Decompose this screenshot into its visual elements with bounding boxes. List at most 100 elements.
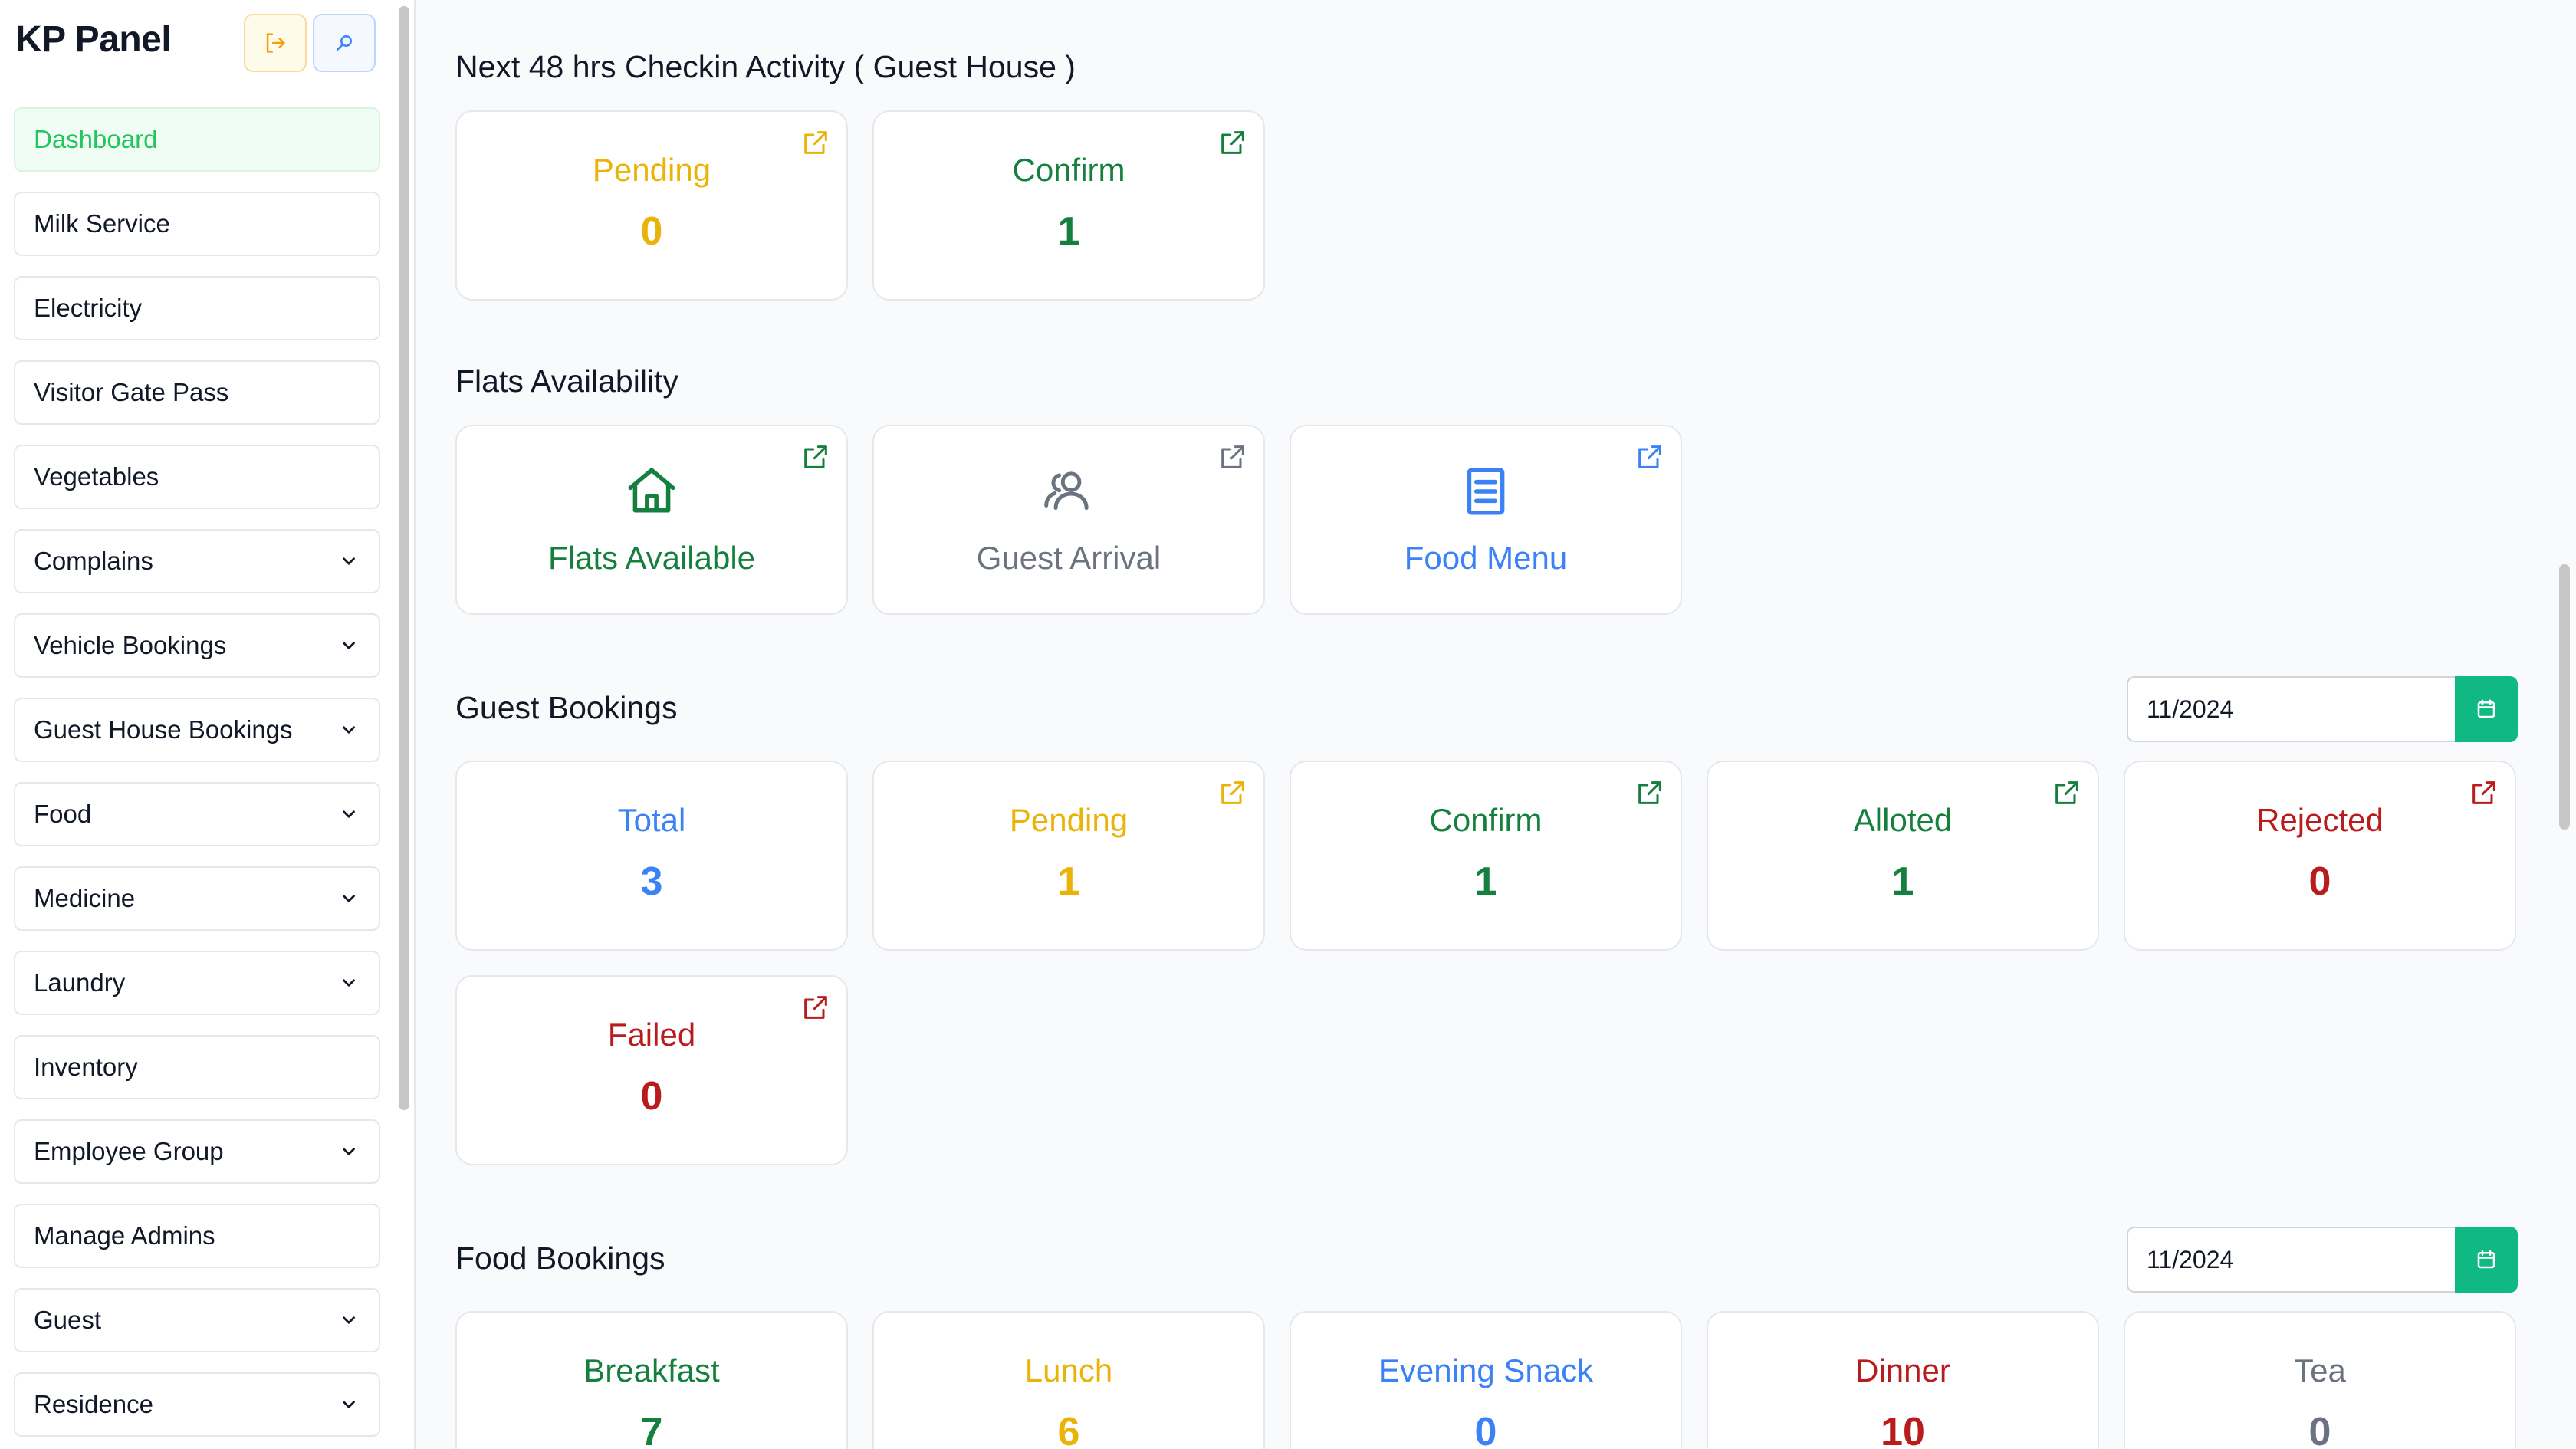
sidebar-item-label: Guest House Bookings bbox=[34, 715, 293, 744]
main-content: Next 48 hrs Checkin Activity ( Guest Hou… bbox=[417, 0, 2576, 1449]
guest-card-confirm[interactable]: Confirm 1 bbox=[1290, 761, 1682, 951]
card-title: Food Menu bbox=[1404, 540, 1568, 576]
logout-icon bbox=[266, 33, 285, 53]
sidebar-item-guest-house-bookings[interactable]: Guest House Bookings bbox=[14, 698, 380, 762]
sidebar-item-vegetables[interactable]: Vegetables bbox=[14, 445, 380, 509]
chevron-down-icon bbox=[337, 1140, 360, 1163]
food-bookings-section-title: Food Bookings bbox=[455, 1240, 665, 1276]
food-card-lunch[interactable]: Lunch 6 bbox=[872, 1311, 1265, 1449]
home-icon bbox=[457, 463, 846, 520]
card-title: Confirm bbox=[1012, 152, 1125, 188]
chevron-down-icon bbox=[337, 803, 360, 826]
guest-card-pending[interactable]: Pending 1 bbox=[872, 761, 1265, 951]
sidebar-item-dashboard[interactable]: Dashboard bbox=[14, 107, 380, 172]
flats-card-guest-arrival[interactable]: Guest Arrival bbox=[872, 425, 1265, 615]
card-value: 6 bbox=[1057, 1410, 1080, 1449]
guest-bookings-section-title: Guest Bookings bbox=[455, 690, 678, 725]
card-title: Flats Available bbox=[547, 540, 756, 576]
sidebar-scrollbar-thumb[interactable] bbox=[399, 6, 409, 1110]
chevron-down-icon bbox=[337, 1393, 360, 1416]
card-value: 1 bbox=[1891, 859, 1914, 904]
checkin-card-pending[interactable]: Pending 0 bbox=[455, 110, 848, 301]
chevron-down-icon bbox=[337, 971, 360, 994]
guest-bookings-calendar-button[interactable] bbox=[2455, 676, 2518, 742]
main-scrollbar-thumb[interactable] bbox=[2559, 564, 2570, 830]
sidebar-item-label: Laundry bbox=[34, 968, 126, 997]
card-value: 0 bbox=[640, 1074, 663, 1119]
food-bookings-calendar-button[interactable] bbox=[2455, 1227, 2518, 1293]
sidebar-item-guest[interactable]: Guest bbox=[14, 1288, 380, 1352]
flats-section-title: Flats Availability bbox=[455, 363, 678, 399]
food-card-dinner[interactable]: Dinner 10 bbox=[1707, 1311, 2099, 1449]
guest-card-alloted[interactable]: Alloted 1 bbox=[1707, 761, 2099, 951]
sidebar-item-label: Residence bbox=[34, 1390, 153, 1418]
guest-bookings-month-input[interactable]: 11/2024 bbox=[2127, 676, 2458, 742]
flats-card-food-menu[interactable]: Food Menu bbox=[1290, 425, 1682, 615]
sidebar-item-inventory[interactable]: Inventory bbox=[14, 1035, 380, 1099]
sidebar-item-laundry[interactable]: Laundry bbox=[14, 951, 380, 1015]
sidebar-item-food[interactable]: Food bbox=[14, 782, 380, 846]
sidebar-item-residence[interactable]: Residence bbox=[14, 1372, 380, 1437]
card-value: 0 bbox=[2308, 859, 2331, 904]
sidebar-item-vehicle-bookings[interactable]: Vehicle Bookings bbox=[14, 613, 380, 678]
sidebar-item-electricity[interactable]: Electricity bbox=[14, 276, 380, 340]
card-title: Tea bbox=[2294, 1352, 2346, 1388]
calendar-icon bbox=[2477, 1250, 2496, 1269]
sidebar-item-label: Visitor Gate Pass bbox=[34, 378, 229, 406]
checkin-card-confirm[interactable]: Confirm 1 bbox=[872, 110, 1265, 301]
checkin-section-title: Next 48 hrs Checkin Activity ( Guest Hou… bbox=[455, 49, 1076, 84]
sidebar-item-milk-service[interactable]: Milk Service bbox=[14, 192, 380, 256]
card-value: 3 bbox=[640, 859, 663, 904]
food-card-evening-snack[interactable]: Evening Snack 0 bbox=[1290, 1311, 1682, 1449]
sidebar-item-visitor-gate-pass[interactable]: Visitor Gate Pass bbox=[14, 360, 380, 425]
sidebar-item-medicine[interactable]: Medicine bbox=[14, 866, 380, 931]
food-bookings-month-picker[interactable]: 11/2024 bbox=[2127, 1227, 2524, 1293]
card-title: Pending bbox=[592, 152, 711, 188]
sidebar-item-label: Employee Group bbox=[34, 1137, 224, 1165]
chevron-down-icon bbox=[337, 718, 360, 741]
card-value: 1 bbox=[1057, 859, 1080, 904]
sidebar-item-label: Medicine bbox=[34, 884, 136, 912]
card-value: 1 bbox=[1474, 859, 1497, 904]
sidebar-item-employee-group[interactable]: Employee Group bbox=[14, 1119, 380, 1184]
search-icon bbox=[337, 35, 352, 51]
logout-button[interactable] bbox=[244, 14, 307, 72]
sidebar-header: KP Panel bbox=[14, 14, 382, 75]
guest-bookings-month-picker[interactable]: 11/2024 bbox=[2127, 676, 2524, 742]
card-title: Alloted bbox=[1853, 802, 1953, 838]
card-value: 1 bbox=[1057, 209, 1080, 254]
card-title: Evening Snack bbox=[1378, 1352, 1594, 1388]
sidebar-item-label: Milk Service bbox=[34, 209, 170, 238]
card-title: Confirm bbox=[1429, 802, 1543, 838]
guest-card-failed[interactable]: Failed 0 bbox=[455, 975, 848, 1165]
card-title: Total bbox=[617, 802, 686, 838]
menu-book-icon bbox=[1291, 463, 1681, 520]
chevron-down-icon bbox=[337, 887, 360, 910]
sidebar-item-label: Manage Admins bbox=[34, 1221, 215, 1250]
sidebar-item-label: Electricity bbox=[34, 294, 143, 322]
chevron-down-icon bbox=[337, 550, 360, 573]
food-bookings-month-input[interactable]: 11/2024 bbox=[2127, 1227, 2458, 1293]
sidebar-item-label: Dashboard bbox=[34, 125, 158, 153]
flats-card-flats-available[interactable]: Flats Available bbox=[455, 425, 848, 615]
guest-card-total[interactable]: Total 3 bbox=[455, 761, 848, 951]
card-title: Breakfast bbox=[583, 1352, 720, 1388]
chevron-down-icon bbox=[337, 634, 360, 657]
sidebar-item-label: Food bbox=[34, 800, 92, 828]
sidebar-item-label: Inventory bbox=[34, 1053, 138, 1081]
food-card-breakfast[interactable]: Breakfast 7 bbox=[455, 1311, 848, 1449]
card-title: Failed bbox=[607, 1017, 696, 1053]
chevron-down-icon bbox=[337, 1309, 360, 1332]
sidebar-item-label: Vehicle Bookings bbox=[34, 631, 227, 659]
card-title: Pending bbox=[1009, 802, 1129, 838]
search-button[interactable] bbox=[313, 14, 376, 72]
sidebar: KP Panel Dashboard Milk Service Electric… bbox=[0, 0, 416, 1449]
guest-card-rejected[interactable]: Rejected 0 bbox=[2124, 761, 2516, 951]
food-card-tea[interactable]: Tea 0 bbox=[2124, 1311, 2516, 1449]
sidebar-item-complains[interactable]: Complains bbox=[14, 529, 380, 593]
card-title: Lunch bbox=[1024, 1352, 1113, 1388]
app-title: KP Panel bbox=[15, 19, 172, 60]
sidebar-item-manage-admins[interactable]: Manage Admins bbox=[14, 1204, 380, 1268]
calendar-icon bbox=[2477, 699, 2496, 718]
sidebar-item-label: Complains bbox=[34, 547, 153, 575]
